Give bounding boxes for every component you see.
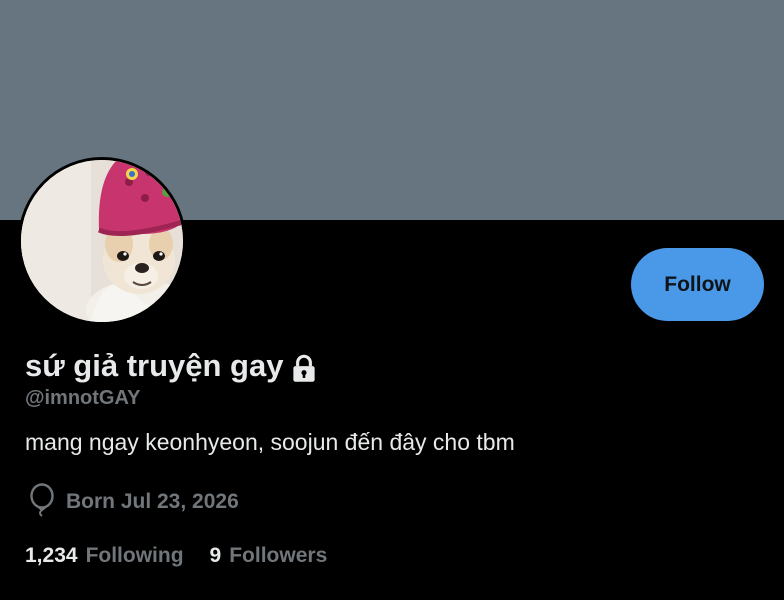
follow-button[interactable]: Follow (631, 248, 764, 321)
display-name-row: sứ giả truyện gay (25, 344, 321, 388)
followers-count: 9 (209, 544, 222, 567)
followers-link[interactable]: 9 Followers (210, 544, 328, 568)
avatar-image (21, 160, 183, 322)
profile-page: Follow sứ giả truyện gay @imnotGAY mang … (0, 0, 784, 600)
followers-label: Followers (229, 544, 328, 567)
lock-icon (287, 346, 321, 386)
display-name: sứ giả truyện gay (25, 348, 284, 383)
balloon-icon (28, 482, 56, 522)
avatar-frame (18, 157, 186, 325)
following-link[interactable]: 1,234 Following (25, 544, 184, 568)
birthday-row: Born Jul 23, 2026 (28, 482, 239, 522)
following-label: Following (85, 544, 184, 567)
bio: mang ngay keonhyeon, soojun đến đây cho … (25, 429, 515, 455)
following-count: 1,234 (25, 544, 78, 567)
handle: @imnotGAY (25, 387, 141, 409)
birthday-text: Born Jul 23, 2026 (66, 490, 239, 513)
stats-row: 1,234 Following 9 Followers (25, 544, 327, 568)
avatar[interactable] (21, 160, 183, 322)
